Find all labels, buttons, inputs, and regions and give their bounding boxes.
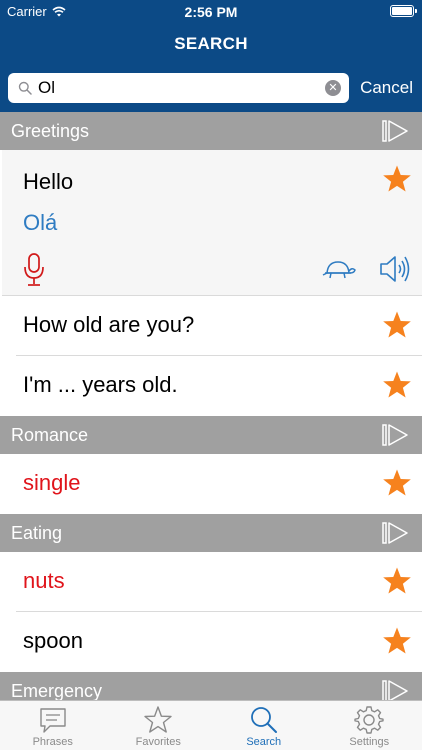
section-title: Romance <box>11 425 89 445</box>
phrase-text: single <box>23 470 81 495</box>
phrase-text: nuts <box>23 568 65 593</box>
section-title: Greetings <box>11 121 90 141</box>
status-bar: Carrier 2:56 PM <box>0 0 422 24</box>
battery-icon <box>390 5 417 17</box>
speaker-icon[interactable] <box>378 254 412 284</box>
cancel-button[interactable]: Cancel <box>360 78 413 98</box>
section-title: Emergency <box>11 681 103 700</box>
phrase-text: Hello <box>23 169 74 194</box>
clock: 2:56 PM <box>184 4 238 20</box>
list-item[interactable]: single <box>16 454 422 514</box>
header: Carrier 2:56 PM SEARCH ✕ Cancel <box>0 0 422 112</box>
tab-label: Phrases <box>32 736 73 748</box>
magnifier-icon <box>250 707 277 733</box>
search-results-list[interactable]: Greetings Hello Olá How old are you? I'm… <box>0 112 422 700</box>
search-icon <box>18 81 32 95</box>
list-item[interactable]: nuts <box>16 552 422 612</box>
translation-text: Olá <box>23 210 58 235</box>
section-header-eating[interactable]: Eating <box>0 514 422 552</box>
search-field[interactable]: ✕ <box>8 73 349 103</box>
section-header-romance[interactable]: Romance <box>0 416 422 454</box>
page-title: SEARCH <box>174 34 248 53</box>
search-input[interactable] <box>38 75 308 101</box>
turtle-slow-icon[interactable] <box>322 258 356 282</box>
speech-bubble-icon <box>40 708 66 733</box>
section-header-greetings[interactable]: Greetings <box>0 112 422 150</box>
star-outline-icon <box>144 706 172 733</box>
play-all-icon[interactable] <box>382 521 409 545</box>
play-all-icon[interactable] <box>382 119 409 143</box>
list-item[interactable]: How old are you? <box>16 296 422 356</box>
tab-favorites[interactable]: Favorites <box>106 701 212 750</box>
tab-phrases[interactable]: Phrases <box>0 701 106 750</box>
star-icon[interactable] <box>382 310 412 340</box>
tab-label: Search <box>246 736 282 748</box>
clear-search-icon[interactable]: ✕ <box>325 80 341 96</box>
list-item[interactable]: spoon <box>16 612 422 672</box>
phrase-text: spoon <box>23 628 83 653</box>
star-icon[interactable] <box>382 566 412 596</box>
star-icon[interactable] <box>382 468 412 498</box>
play-all-icon[interactable] <box>382 679 409 700</box>
tab-label: Favorites <box>135 736 181 748</box>
expanded-phrase-card[interactable]: Hello Olá <box>2 150 422 296</box>
microphone-icon[interactable] <box>22 253 46 287</box>
star-icon[interactable] <box>382 164 412 194</box>
play-all-icon[interactable] <box>382 423 409 447</box>
phrase-text: How old are you? <box>23 312 195 337</box>
tab-search[interactable]: Search <box>211 701 317 750</box>
list-item[interactable]: I'm ... years old. <box>16 356 422 416</box>
section-header-emergency[interactable]: Emergency <box>0 672 422 700</box>
section-title: Eating <box>11 523 63 543</box>
gear-icon <box>354 706 384 734</box>
tab-settings[interactable]: Settings <box>317 701 422 750</box>
star-icon[interactable] <box>382 370 412 400</box>
star-icon[interactable] <box>382 626 412 656</box>
tab-bar: Phrases Favorites Search Settings <box>0 700 422 750</box>
tab-label: Settings <box>349 736 390 748</box>
phrase-text: I'm ... years old. <box>23 372 178 397</box>
